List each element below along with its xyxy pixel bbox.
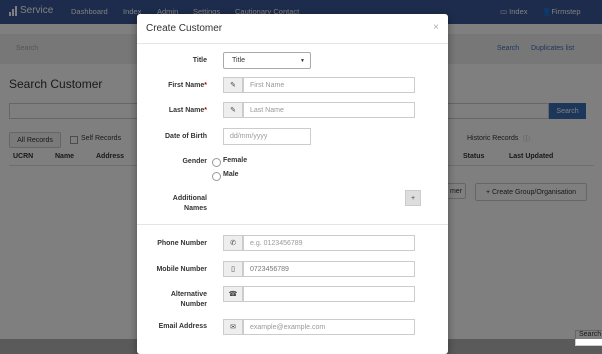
- dob-input[interactable]: dd/mm/yyyy: [223, 128, 311, 145]
- alternative-number-label: Alternative Number: [170, 291, 207, 308]
- envelope-icon: ✉: [223, 319, 243, 335]
- edit-icon: ✎: [223, 102, 243, 118]
- close-icon[interactable]: ×: [433, 22, 439, 33]
- section-divider: [137, 224, 448, 225]
- mobile-label: Mobile Number: [156, 266, 207, 273]
- gender-male-radio[interactable]: [212, 172, 221, 181]
- phone-input[interactable]: e.g. 0123456789: [243, 235, 415, 251]
- create-customer-modal: Create Customer × Title Title ▼ First Nam…: [137, 14, 448, 354]
- edit-icon: ✎: [223, 77, 243, 93]
- gender-female-label: Female: [223, 157, 248, 164]
- modal-header-divider: [137, 43, 448, 44]
- last-name-label: Last Name*: [168, 107, 207, 114]
- caret-down-icon: ▼: [300, 58, 305, 64]
- dob-label: Date of Birth: [165, 133, 207, 140]
- phone-icon: ✆: [223, 235, 243, 251]
- alternative-number-input[interactable]: [243, 286, 415, 302]
- gender-female-radio[interactable]: [212, 158, 221, 167]
- gender-label: Gender: [182, 158, 207, 165]
- title-label: Title: [192, 57, 207, 64]
- phone-label: Phone Number: [157, 240, 207, 247]
- first-name-label: First Name*: [168, 82, 207, 89]
- first-name-input[interactable]: First Name: [243, 77, 415, 93]
- fax-icon: ☎: [223, 286, 243, 302]
- email-input[interactable]: example@example.com: [243, 319, 415, 335]
- last-name-input[interactable]: Last Name: [243, 102, 415, 118]
- mobile-input[interactable]: 0723456789: [243, 261, 415, 277]
- add-name-button[interactable]: +: [405, 190, 421, 206]
- gender-male-label: Male: [223, 171, 239, 178]
- additional-names-label: Additional Names: [172, 195, 207, 212]
- title-select[interactable]: Title ▼: [223, 52, 311, 69]
- mobile-icon: ▯: [223, 261, 243, 277]
- modal-title: Create Customer: [146, 23, 223, 34]
- email-label: Email Address: [158, 323, 207, 330]
